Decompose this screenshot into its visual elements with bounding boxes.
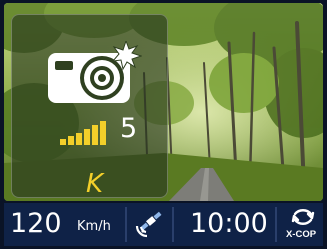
x-cop-logo-icon — [291, 209, 315, 225]
main-screen: 5 K — [4, 3, 323, 201]
signal-level: 5 — [120, 113, 138, 144]
speed-value: 120 — [10, 208, 62, 239]
divider — [125, 207, 127, 242]
radar-detector-display: 5 K 120 Km/h 10:00 X-COP — [0, 0, 327, 249]
radar-band-label: K — [86, 169, 104, 199]
speed-camera-icon — [48, 41, 142, 103]
speed-unit: Km/h — [77, 219, 111, 234]
clock: 10:00 — [190, 208, 268, 239]
brand-label: X-COP — [285, 229, 317, 240]
status-bar: 120 Km/h 10:00 X-COP — [4, 203, 323, 246]
alert-panel: 5 K — [11, 14, 168, 199]
divider — [275, 207, 277, 242]
gps-satellite-icon — [135, 211, 162, 238]
divider — [172, 207, 174, 242]
signal-strength-icon — [60, 121, 106, 145]
